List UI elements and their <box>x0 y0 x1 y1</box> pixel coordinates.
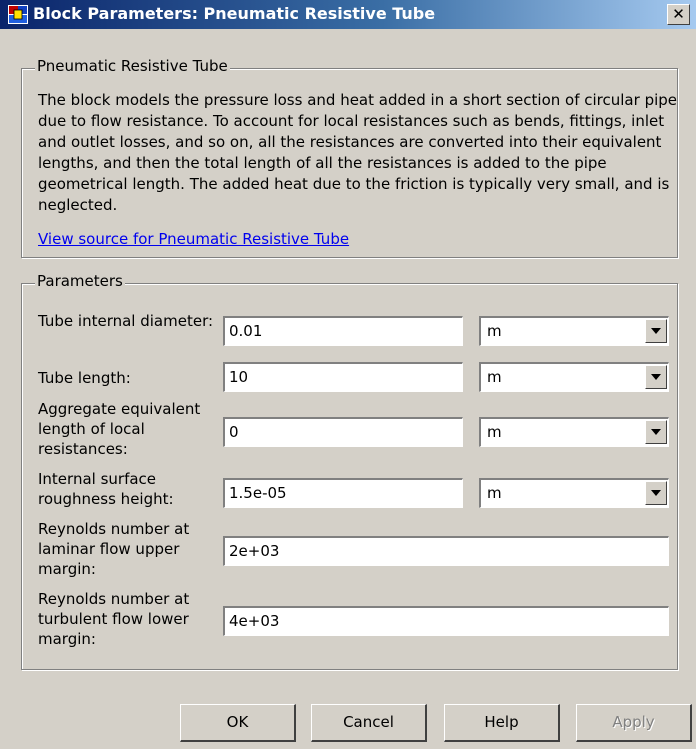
close-icon: ✕ <box>672 5 685 23</box>
unit-value: m <box>487 322 502 340</box>
tube-length-unit-select[interactable]: m <box>479 362 669 392</box>
window-title: Block Parameters: Pneumatic Resistive Tu… <box>33 4 436 23</box>
view-source-link[interactable]: View source for Pneumatic Resistive Tube <box>38 230 349 248</box>
close-button[interactable]: ✕ <box>667 4 690 25</box>
reynolds-laminar-input[interactable]: 2e+03 <box>223 536 669 566</box>
internal-surface-roughness-unit-select[interactable]: m <box>479 478 669 508</box>
chevron-down-icon[interactable] <box>645 481 667 505</box>
unit-value: m <box>487 368 502 386</box>
tube-internal-diameter-unit-select[interactable]: m <box>479 316 669 346</box>
cancel-button[interactable]: Cancel <box>311 704 427 742</box>
tube-internal-diameter-label: Tube internal diameter: <box>38 312 214 330</box>
reynolds-turbulent-input[interactable]: 4e+03 <box>223 606 669 636</box>
aggregate-equivalent-length-unit-select[interactable]: m <box>479 417 669 447</box>
title-bar[interactable]: Block Parameters: Pneumatic Resistive Tu… <box>0 0 696 29</box>
parameters-group-legend: Parameters <box>35 272 125 290</box>
tube-length-label: Tube length: <box>38 369 131 387</box>
tube-length-input[interactable]: 10 <box>223 362 463 392</box>
block-description: The block models the pressure loss and h… <box>38 91 678 214</box>
chevron-down-icon[interactable] <box>645 319 667 343</box>
ok-button[interactable]: OK <box>180 704 296 742</box>
reynolds-laminar-label: Reynolds number at laminar flow upper ma… <box>38 520 190 578</box>
unit-value: m <box>487 423 502 441</box>
tube-internal-diameter-input[interactable]: 0.01 <box>223 316 463 346</box>
block-parameters-dialog: Block Parameters: Pneumatic Resistive Tu… <box>0 0 696 749</box>
aggregate-equivalent-length-label: Aggregate equivalent length of local res… <box>38 400 201 458</box>
help-button[interactable]: Help <box>444 704 560 742</box>
reynolds-turbulent-label: Reynolds number at turbulent flow lower … <box>38 590 190 648</box>
apply-button[interactable]: Apply <box>576 704 692 742</box>
internal-surface-roughness-input[interactable]: 1.5e-05 <box>223 478 463 508</box>
unit-value: m <box>487 484 502 502</box>
description-group-legend: Pneumatic Resistive Tube <box>35 57 230 75</box>
simulink-block-icon <box>8 5 28 24</box>
internal-surface-roughness-label: Internal surface roughness height: <box>38 470 174 508</box>
chevron-down-icon[interactable] <box>645 365 667 389</box>
chevron-down-icon[interactable] <box>645 420 667 444</box>
aggregate-equivalent-length-input[interactable]: 0 <box>223 417 463 447</box>
